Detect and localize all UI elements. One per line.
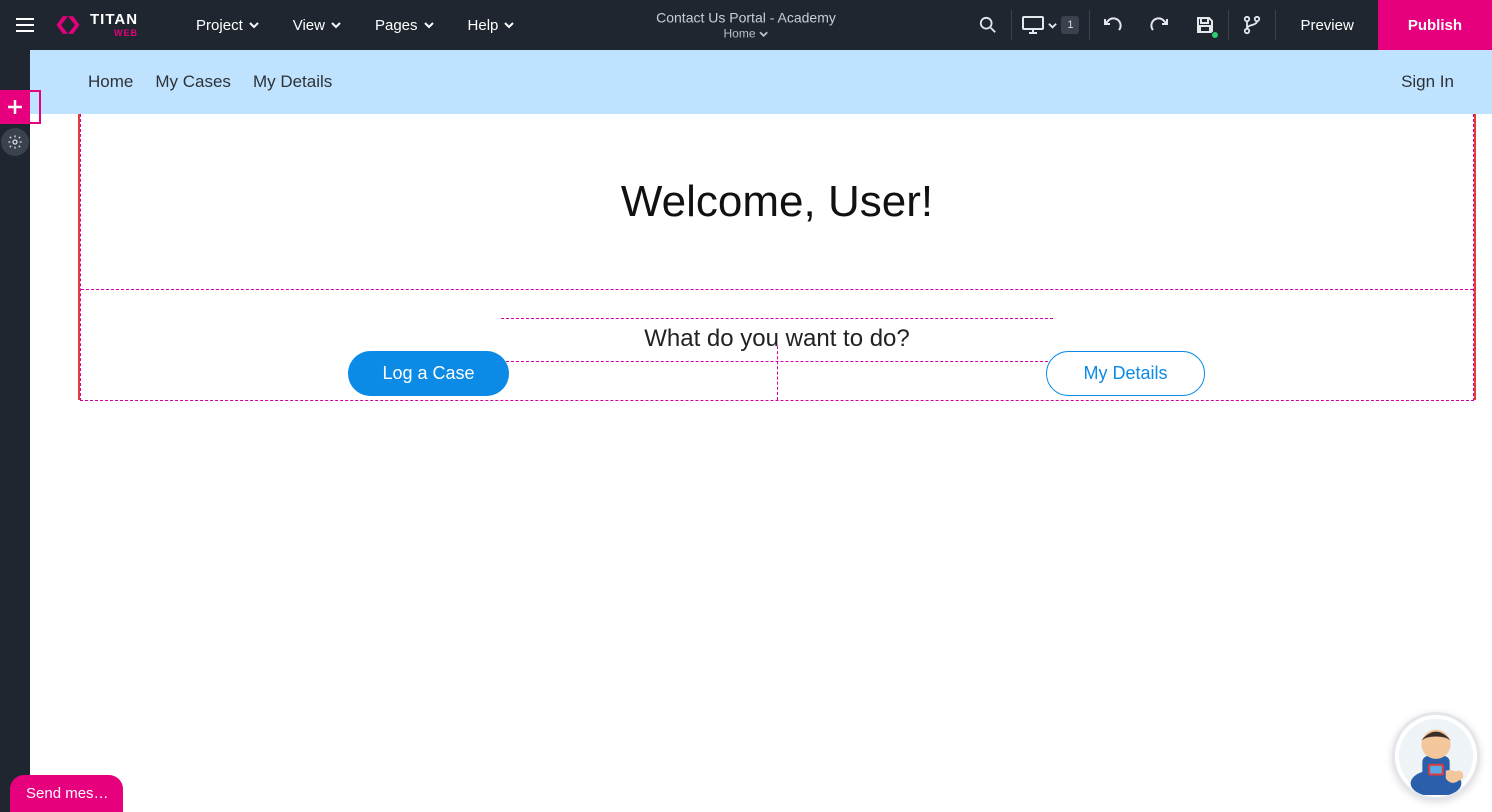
design-canvas[interactable]: Home My Cases My Details Sign In Welcome… (30, 50, 1492, 812)
column-left[interactable]: Log a Case (80, 346, 777, 400)
search-button[interactable] (965, 0, 1011, 50)
left-rail (0, 50, 30, 812)
preview-label: Preview (1300, 17, 1353, 34)
settings-button[interactable] (1, 128, 29, 156)
menu-pages[interactable]: Pages (375, 17, 434, 34)
site-nav: Home My Cases My Details (88, 72, 332, 92)
brand-mark-icon (54, 11, 82, 39)
brand-text: TITAN WEB (90, 12, 138, 38)
nav-home[interactable]: Home (88, 72, 133, 92)
publish-label: Publish (1408, 17, 1462, 34)
nav-my-details[interactable]: My Details (253, 72, 332, 92)
desktop-icon (1022, 16, 1044, 34)
redo-icon (1149, 16, 1169, 34)
device-preview-dropdown[interactable]: 1 (1012, 0, 1089, 50)
publish-button[interactable]: Publish (1378, 0, 1492, 50)
chevron-down-icon (424, 20, 434, 30)
preview-button[interactable]: Preview (1276, 0, 1377, 50)
brand-logo[interactable]: TITAN WEB (50, 11, 156, 39)
hamburger-icon (15, 17, 35, 33)
menu-view[interactable]: View (293, 17, 341, 34)
button-columns: Log a Case My Details (80, 346, 1474, 400)
site-header-strip[interactable]: Home My Cases My Details Sign In (30, 50, 1492, 114)
top-menu: Project View Pages Help (156, 17, 514, 34)
gear-icon (7, 134, 23, 150)
plus-icon (6, 98, 24, 116)
menu-project-label: Project (196, 17, 243, 34)
chevron-down-icon (504, 20, 514, 30)
brand-sub: WEB (114, 29, 138, 38)
margin-guide-right (1474, 114, 1476, 400)
undo-icon (1103, 16, 1123, 34)
canvas-body[interactable]: Welcome, User! What do you want to do? L… (30, 114, 1492, 812)
menu-project[interactable]: Project (196, 17, 259, 34)
app-topbar: TITAN WEB Project View Pages Help Contac… (0, 0, 1492, 50)
my-details-button[interactable]: My Details (1046, 351, 1204, 396)
branch-icon (1243, 15, 1261, 35)
version-branch-button[interactable] (1229, 0, 1275, 50)
sign-in-link[interactable]: Sign In (1401, 72, 1454, 92)
chevron-down-icon (331, 20, 341, 30)
feedback-chip[interactable]: Send mes… (10, 775, 123, 812)
menu-help[interactable]: Help (468, 17, 515, 34)
chevron-down-icon (249, 20, 259, 30)
menu-pages-label: Pages (375, 17, 418, 34)
chevron-down-icon (760, 29, 769, 38)
menu-help-label: Help (468, 17, 499, 34)
nav-my-cases[interactable]: My Cases (155, 72, 231, 92)
current-page-name: Home (723, 27, 755, 41)
brand-name: TITAN (90, 12, 138, 27)
topbar-right: 1 Preview Publish (965, 0, 1492, 50)
hero-strip[interactable]: Welcome, User! (81, 114, 1473, 290)
assistant-avatar-icon (1397, 717, 1475, 795)
welcome-heading[interactable]: Welcome, User! (621, 177, 933, 227)
project-title-dropdown[interactable]: Contact Us Portal - Academy Home (656, 10, 836, 41)
project-title: Contact Us Portal - Academy (656, 10, 836, 26)
column-right[interactable]: My Details (777, 346, 1474, 400)
undo-button[interactable] (1090, 0, 1136, 50)
chevron-down-icon (1048, 21, 1057, 30)
feedback-chip-label: Send mes… (26, 785, 109, 802)
add-element-button[interactable] (0, 92, 30, 122)
main-menu-button[interactable] (0, 0, 50, 50)
redo-button[interactable] (1136, 0, 1182, 50)
search-icon (979, 16, 997, 34)
log-case-button[interactable]: Log a Case (348, 351, 508, 396)
menu-view-label: View (293, 17, 325, 34)
unsaved-indicator-icon (1211, 31, 1219, 39)
device-count-badge: 1 (1061, 16, 1079, 34)
help-assistant-button[interactable] (1392, 712, 1480, 800)
save-button[interactable] (1182, 0, 1228, 50)
